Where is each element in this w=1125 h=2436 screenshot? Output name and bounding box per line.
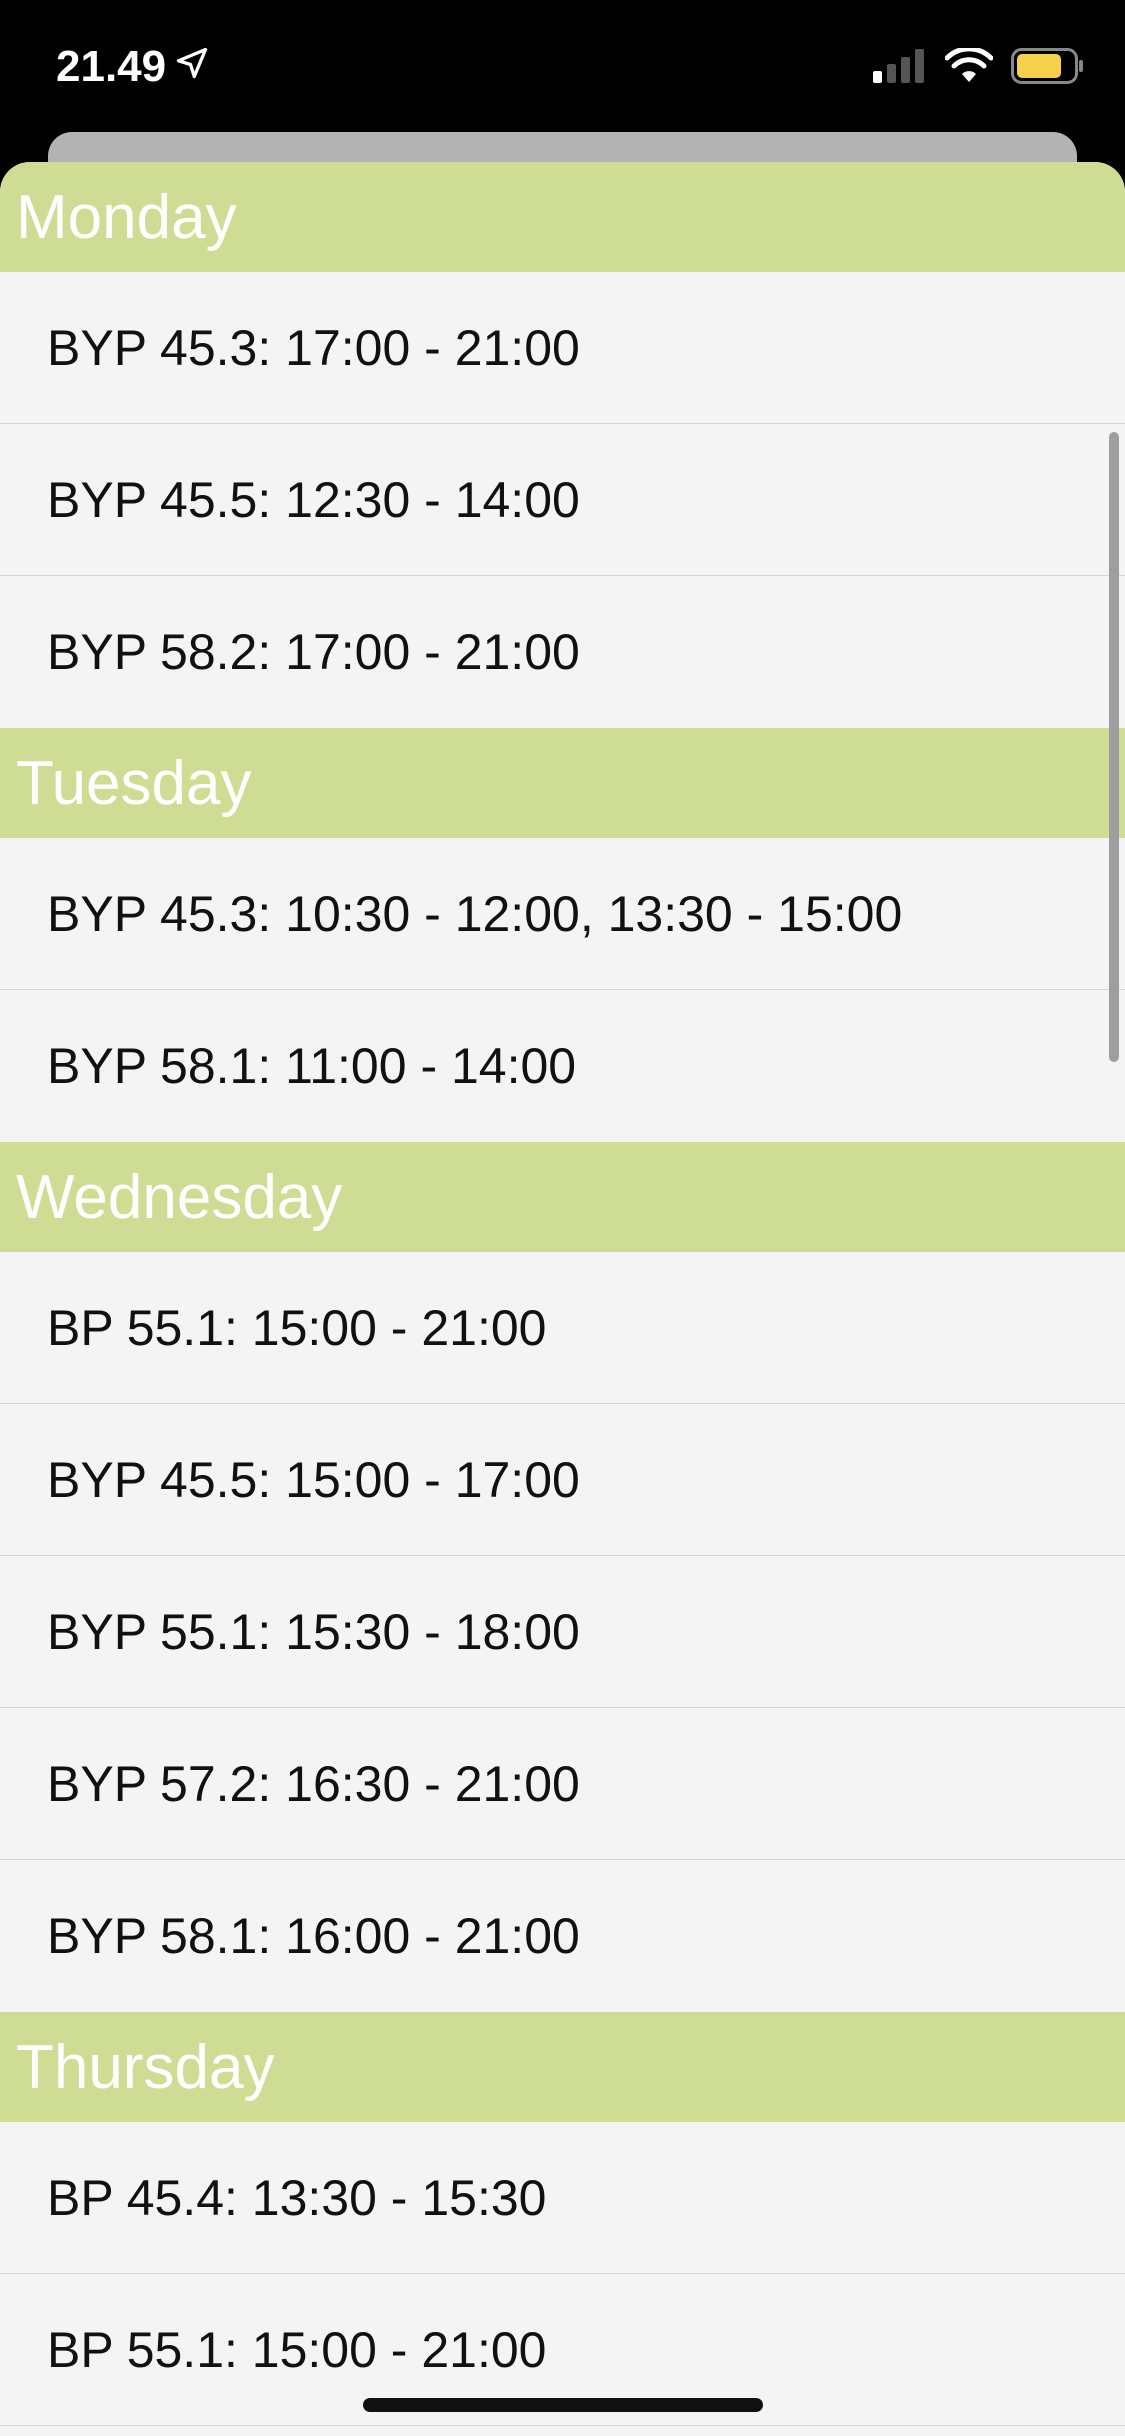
list-item[interactable]: BYP 58.1: 11:00 - 14:00 — [0, 990, 1125, 1142]
status-time: 21.49 — [56, 42, 167, 91]
status-time-group: 21.49 — [56, 42, 210, 92]
status-bar: 21.49 — [0, 0, 1125, 132]
status-icons — [873, 46, 1085, 89]
list-item[interactable]: BYP 58.2: 17:00 - 21:00 — [0, 576, 1125, 728]
list-item[interactable]: BYP 45.3: 17:00 - 21:00 — [0, 272, 1125, 424]
home-indicator[interactable] — [363, 2398, 763, 2412]
schedule-sheet[interactable]: Monday BYP 45.3: 17:00 - 21:00 BYP 45.5:… — [0, 162, 1125, 2436]
location-arrow-icon — [174, 42, 210, 92]
list-item[interactable]: BYP 55.1: 15:30 - 18:00 — [0, 1556, 1125, 1708]
list-item[interactable]: BYP 45.5: 15:00 - 17:00 — [0, 1404, 1125, 1556]
list-item[interactable]: BP 45.4: 13:30 - 15:30 — [0, 2122, 1125, 2274]
list-item[interactable]: BYP 45.5: 12:30 - 14:00 — [0, 424, 1125, 576]
section-header-monday: Monday — [0, 162, 1125, 272]
section-header-wednesday: Wednesday — [0, 1142, 1125, 1252]
list-item[interactable]: BYP 58.1: 16:00 - 21:00 — [0, 1860, 1125, 2012]
list-item[interactable]: BP 55.1: 15:00 - 21:00 — [0, 1252, 1125, 1404]
section-header-thursday: Thursday — [0, 2012, 1125, 2122]
wifi-icon — [944, 46, 994, 89]
scroll-indicator[interactable] — [1109, 432, 1119, 1062]
section-header-tuesday: Tuesday — [0, 728, 1125, 838]
list-item[interactable]: BYP 45.3: 10:30 - 12:00, 13:30 - 15:00 — [0, 838, 1125, 990]
list-item[interactable]: BYP 57.2: 16:30 - 21:00 — [0, 1708, 1125, 1860]
battery-icon — [1011, 48, 1085, 89]
cellular-signal-icon — [873, 49, 927, 88]
